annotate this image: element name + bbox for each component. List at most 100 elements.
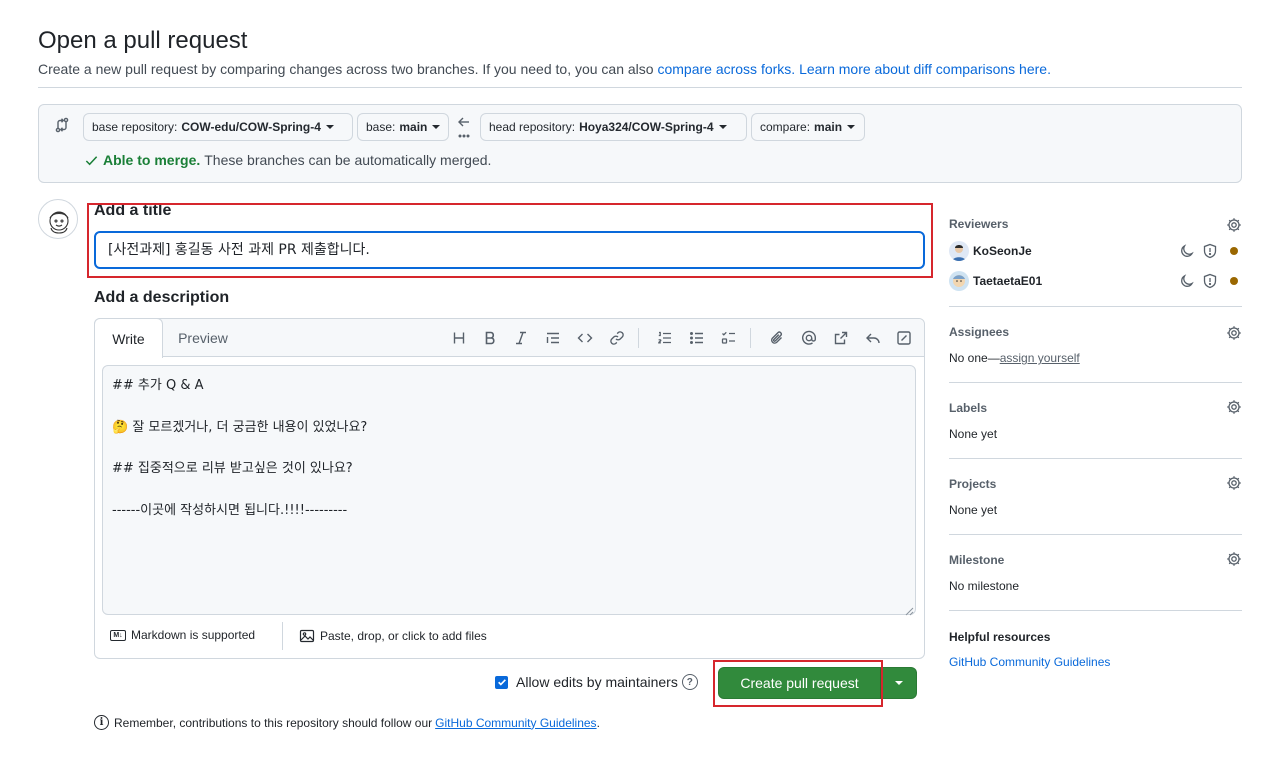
sidebar-divider <box>949 534 1242 535</box>
quote-icon[interactable] <box>542 327 564 349</box>
milestone-value: No milestone <box>949 579 1020 593</box>
unordered-list-icon[interactable] <box>686 327 708 349</box>
projects-heading[interactable]: Projects <box>949 477 996 491</box>
helpful-guidelines-link[interactable]: GitHub Community Guidelines <box>949 655 1110 669</box>
body-line: ## 집중적으로 리뷰 받고싶은 것이 있나요? <box>112 461 353 477</box>
bold-icon[interactable] <box>479 327 501 349</box>
remember-text: Remember, contributions to this reposito… <box>114 715 433 730</box>
labels-heading[interactable]: Labels <box>949 401 987 415</box>
header-divider <box>38 87 1242 88</box>
base-prefix: base: <box>366 120 396 134</box>
compare-across-forks-link[interactable]: compare across forks. <box>657 61 795 77</box>
task-list-icon[interactable] <box>718 327 740 349</box>
sidebar-divider <box>949 610 1242 611</box>
gear-icon[interactable] <box>1226 325 1242 341</box>
ordered-list-icon[interactable] <box>654 327 676 349</box>
subtitle-text: Create a new pull request by comparing c… <box>38 61 654 77</box>
allow-edits-checkbox[interactable] <box>495 675 508 689</box>
toolbar-divider <box>750 328 751 348</box>
create-options-dropdown[interactable] <box>880 667 917 699</box>
image-icon <box>299 629 315 643</box>
user-avatar[interactable] <box>38 199 78 239</box>
help-icon[interactable]: ? <box>681 674 698 690</box>
avatar <box>949 271 969 291</box>
info-icon: i <box>94 715 109 730</box>
assign-yourself-link[interactable]: assign yourself <box>1000 351 1080 365</box>
head-repository-select[interactable]: head repository: Hoya324/COW-Spring-4 <box>480 113 747 141</box>
page-title: Open a pull request <box>38 27 248 54</box>
avatar <box>949 241 969 261</box>
check-icon <box>85 155 98 165</box>
compare-branch-value: main <box>814 120 843 134</box>
contribution-reminder: i Remember, contributions to this reposi… <box>94 715 600 730</box>
reviewers-heading[interactable]: Reviewers <box>949 217 1008 231</box>
sidebar-divider <box>949 306 1242 307</box>
gear-icon[interactable] <box>1226 399 1242 415</box>
moon-icon <box>1179 243 1195 259</box>
heading-icon[interactable] <box>448 327 470 349</box>
link-icon[interactable] <box>606 327 628 349</box>
assignees-value: No one—assign yourself <box>949 351 1080 365</box>
git-compare-icon <box>54 117 72 135</box>
paperclip-icon[interactable] <box>766 327 788 349</box>
gear-icon[interactable] <box>1226 475 1242 491</box>
tab-write[interactable]: Write <box>94 318 163 358</box>
reviewer-name: KoSeonJe <box>973 244 1032 258</box>
sidebar-divider <box>949 382 1242 383</box>
highlight-box-title <box>87 203 933 278</box>
learn-more-link[interactable]: Learn more about diff comparisons here. <box>799 61 1051 77</box>
chevron-down-icon <box>432 125 441 129</box>
pending-status-dot <box>1230 277 1238 285</box>
reviewer-name: TaetaetaE01 <box>973 274 1043 288</box>
mention-icon[interactable] <box>798 327 820 349</box>
description-textarea[interactable]: ## 추가 Q & A 🤔 잘 모르겠거나, 더 궁금한 내용이 있었나요? #… <box>102 365 916 615</box>
reviewer-row[interactable]: KoSeonJe <box>949 241 1032 261</box>
attach-files-button[interactable]: Paste, drop, or click to add files <box>299 628 487 644</box>
gear-icon[interactable] <box>1226 217 1242 233</box>
pending-status-dot <box>1230 247 1238 255</box>
body-line <box>112 397 906 418</box>
toolbar-divider <box>638 328 639 348</box>
projects-value: None yet <box>949 503 998 517</box>
chevron-down-icon <box>894 681 903 685</box>
shield-icon <box>1202 273 1218 289</box>
milestone-heading[interactable]: Milestone <box>949 553 1004 567</box>
cross-reference-icon[interactable] <box>830 327 852 349</box>
compare-branch-select[interactable]: compare: main <box>751 113 865 141</box>
body-line: 🤔 잘 모르겠거나, 더 궁금한 내용이 있었나요? <box>112 419 368 435</box>
footer-divider <box>282 622 283 650</box>
code-icon[interactable] <box>574 327 596 349</box>
base-branch-select[interactable]: base: main <box>357 113 449 141</box>
reviewer-row[interactable]: TaetaetaE01 <box>949 271 1042 291</box>
tab-preview[interactable]: Preview <box>165 318 241 358</box>
community-guidelines-link[interactable]: GitHub Community Guidelines <box>435 716 596 730</box>
allow-edits-row: Allow edits by maintainers ? <box>495 674 698 690</box>
markdown-icon: M↓ <box>110 629 126 641</box>
body-line <box>112 438 906 459</box>
markdown-note[interactable]: M↓ Markdown is supported <box>110 628 255 642</box>
base-repository-select[interactable]: base repository: COW-edu/COW-Spring-4 <box>83 113 353 141</box>
allow-edits-label[interactable]: Allow edits by maintainers <box>516 674 678 690</box>
merge-status-detail: These branches can be automatically merg… <box>204 152 492 168</box>
assignees-heading[interactable]: Assignees <box>949 325 1009 339</box>
shield-icon <box>1202 243 1218 259</box>
body-line: ## 추가 Q & A <box>112 378 204 393</box>
chevron-down-icon <box>847 125 856 129</box>
chevron-down-icon <box>325 125 334 129</box>
labels-value: None yet <box>949 427 998 441</box>
chevron-down-icon <box>718 125 727 129</box>
fullscreen-icon[interactable] <box>893 327 915 349</box>
gear-icon[interactable] <box>1226 551 1242 567</box>
base-branch-value: main <box>399 120 428 134</box>
reply-icon[interactable] <box>862 327 884 349</box>
moon-icon <box>1179 273 1195 289</box>
helpful-resources-heading: Helpful resources <box>949 630 1051 644</box>
head-repo-value: Hoya324/COW-Spring-4 <box>579 120 714 134</box>
arrow-left-icon <box>456 113 472 141</box>
merge-status: Able to merge. These branches can be aut… <box>84 152 491 168</box>
remember-end: . <box>596 715 600 730</box>
italic-icon[interactable] <box>510 327 532 349</box>
head-repo-prefix: head repository: <box>489 120 576 134</box>
resize-handle[interactable] <box>905 603 914 616</box>
assignees-prefix: No one— <box>949 351 1000 365</box>
